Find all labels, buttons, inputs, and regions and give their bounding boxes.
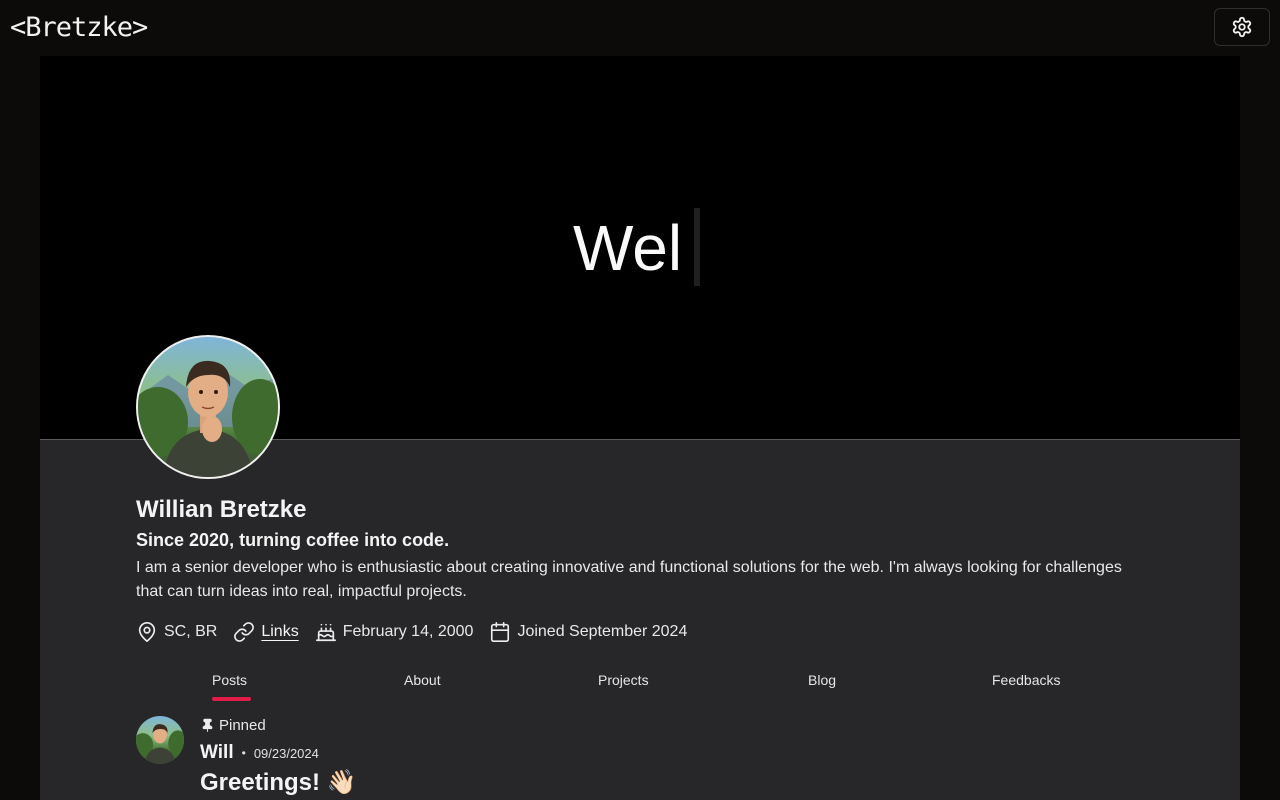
tab-blog[interactable]: Blog [808,672,836,688]
cake-icon [315,623,336,642]
joined-item: Joined September 2024 [489,621,687,643]
location-text: SC, BR [164,623,218,640]
tab-feedbacks[interactable]: Feedbacks [992,672,1060,688]
link-icon [234,622,255,642]
post-date: 09/23/2024 [253,745,319,761]
links-link[interactable]: Links [261,623,298,641]
profile-bio: I am a senior developer who is enthusias… [136,559,1122,600]
gear-icon [1232,16,1252,38]
profile-name: Willian Bretzke [136,496,307,523]
profile-meta: SC, BR Links February 14, 2000 Joined Se… [136,619,687,645]
avatar-illustration [136,724,184,764]
profile-container: Wel Willian Bretzke Since 2020, turning … [40,56,1240,800]
profile-tagline: Since 2020, turning coffee into code. [136,530,450,550]
avatar-illustration [138,360,278,477]
pinned-text: Pinned [219,717,266,734]
links-item[interactable]: Links [233,621,299,643]
birthday-text: February 14, 2000 [342,623,474,640]
joined-text: Joined September 2024 [517,623,688,640]
location-item: SC, BR [136,621,217,643]
tab-projects[interactable]: Projects [598,672,649,688]
site-logo[interactable]: <Bretzke> [10,12,148,44]
profile-tabs: Posts About Projects Blog Feedbacks [136,664,1140,704]
map-pin-icon [138,622,156,642]
birthday-item: February 14, 2000 [315,621,474,643]
top-bar: <Bretzke> [0,0,1280,56]
typing-headline: Wel [573,212,683,284]
post-title[interactable]: Greetings! 👋🏻 [200,768,357,797]
calendar-icon [491,622,510,642]
separator-dot: • [241,746,246,760]
settings-button[interactable] [1214,8,1270,46]
tab-about[interactable]: About [404,672,441,688]
profile-avatar [136,335,280,479]
tab-posts[interactable]: Posts [212,672,247,688]
pinned-label: Pinned [200,717,266,734]
pin-icon [202,718,213,732]
post-author[interactable]: Will [200,742,234,764]
typing-cursor [694,208,700,286]
post-header: Will • 09/23/2024 [200,742,319,764]
post-author-avatar[interactable] [136,716,184,764]
active-tab-indicator [212,697,251,701]
